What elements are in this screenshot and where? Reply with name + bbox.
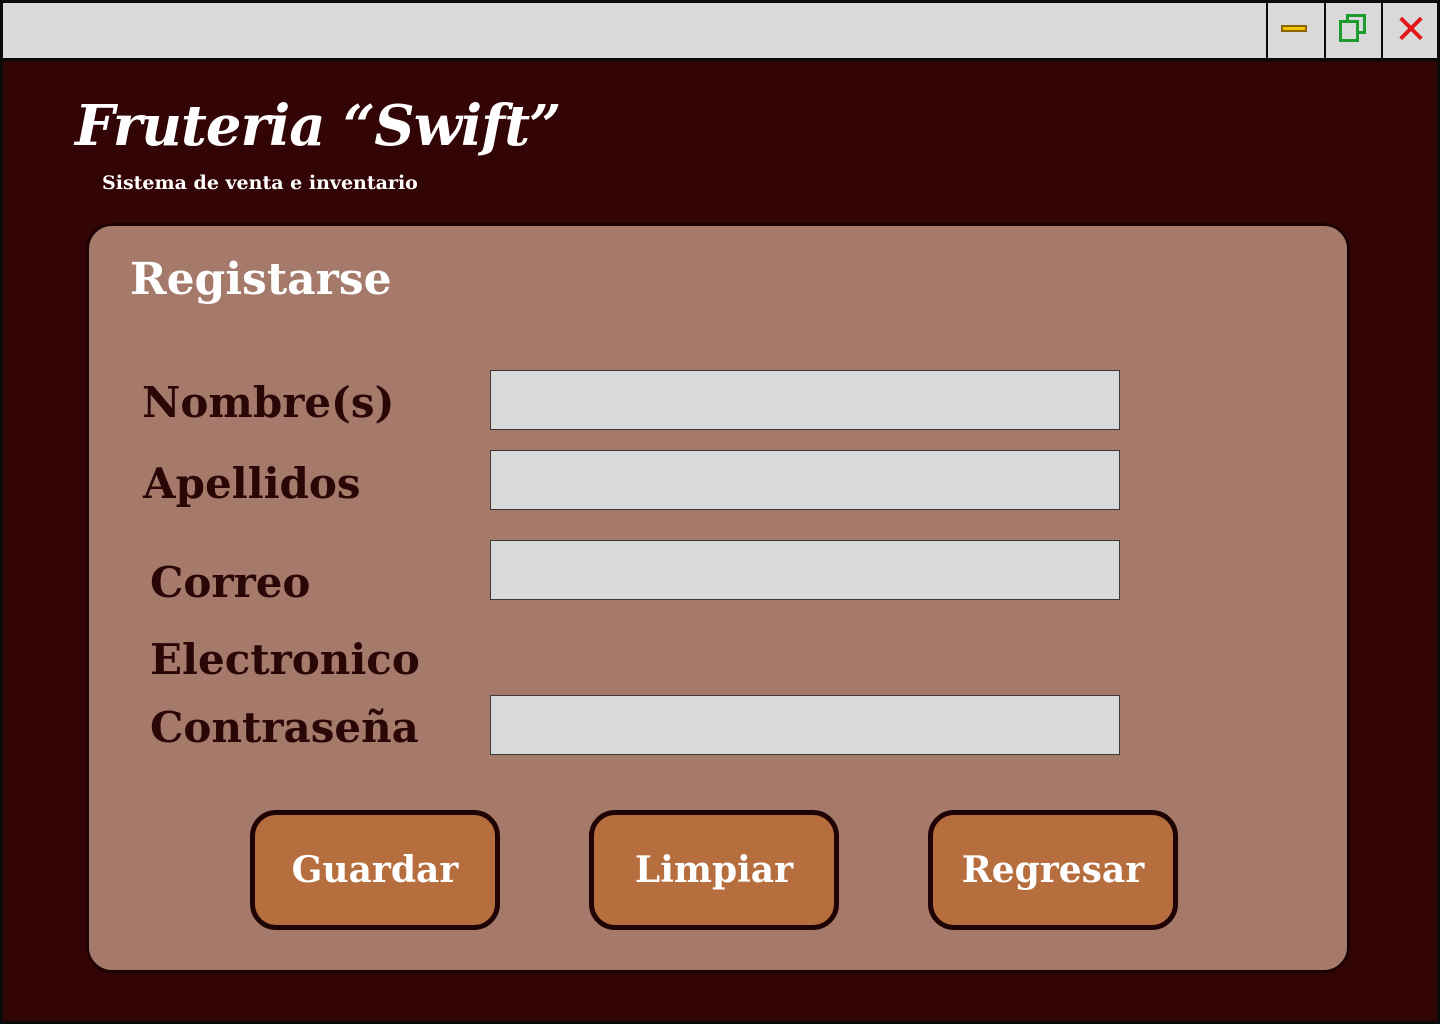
contrasena-label: Contraseña <box>150 703 419 752</box>
regresar-button[interactable]: Regresar <box>928 810 1178 930</box>
limpiar-button[interactable]: Limpiar <box>589 810 839 930</box>
correo-label: Correo Electronico <box>150 544 420 698</box>
correo-label-line2: Electronico <box>150 635 420 684</box>
minimize-button[interactable] <box>1266 3 1321 58</box>
close-icon: ✕ <box>1394 7 1428 53</box>
form-title: Registarse <box>130 254 392 305</box>
minimize-icon <box>1281 25 1307 32</box>
contrasena-input[interactable] <box>490 695 1120 755</box>
close-button[interactable]: ✕ <box>1381 3 1437 58</box>
title-bar: ✕ <box>3 3 1437 61</box>
app-title: Fruteria “Swift” <box>75 93 561 159</box>
nombre-input[interactable] <box>490 370 1120 430</box>
nombre-label: Nombre(s) <box>142 378 395 427</box>
correo-label-line1: Correo <box>150 558 311 607</box>
app-subtitle: Sistema de venta e inventario <box>102 172 418 194</box>
correo-input[interactable] <box>490 540 1120 600</box>
apellidos-label: Apellidos <box>143 459 361 508</box>
guardar-button[interactable]: Guardar <box>250 810 500 930</box>
maximize-button[interactable] <box>1324 3 1379 58</box>
apellidos-input[interactable] <box>490 450 1120 510</box>
